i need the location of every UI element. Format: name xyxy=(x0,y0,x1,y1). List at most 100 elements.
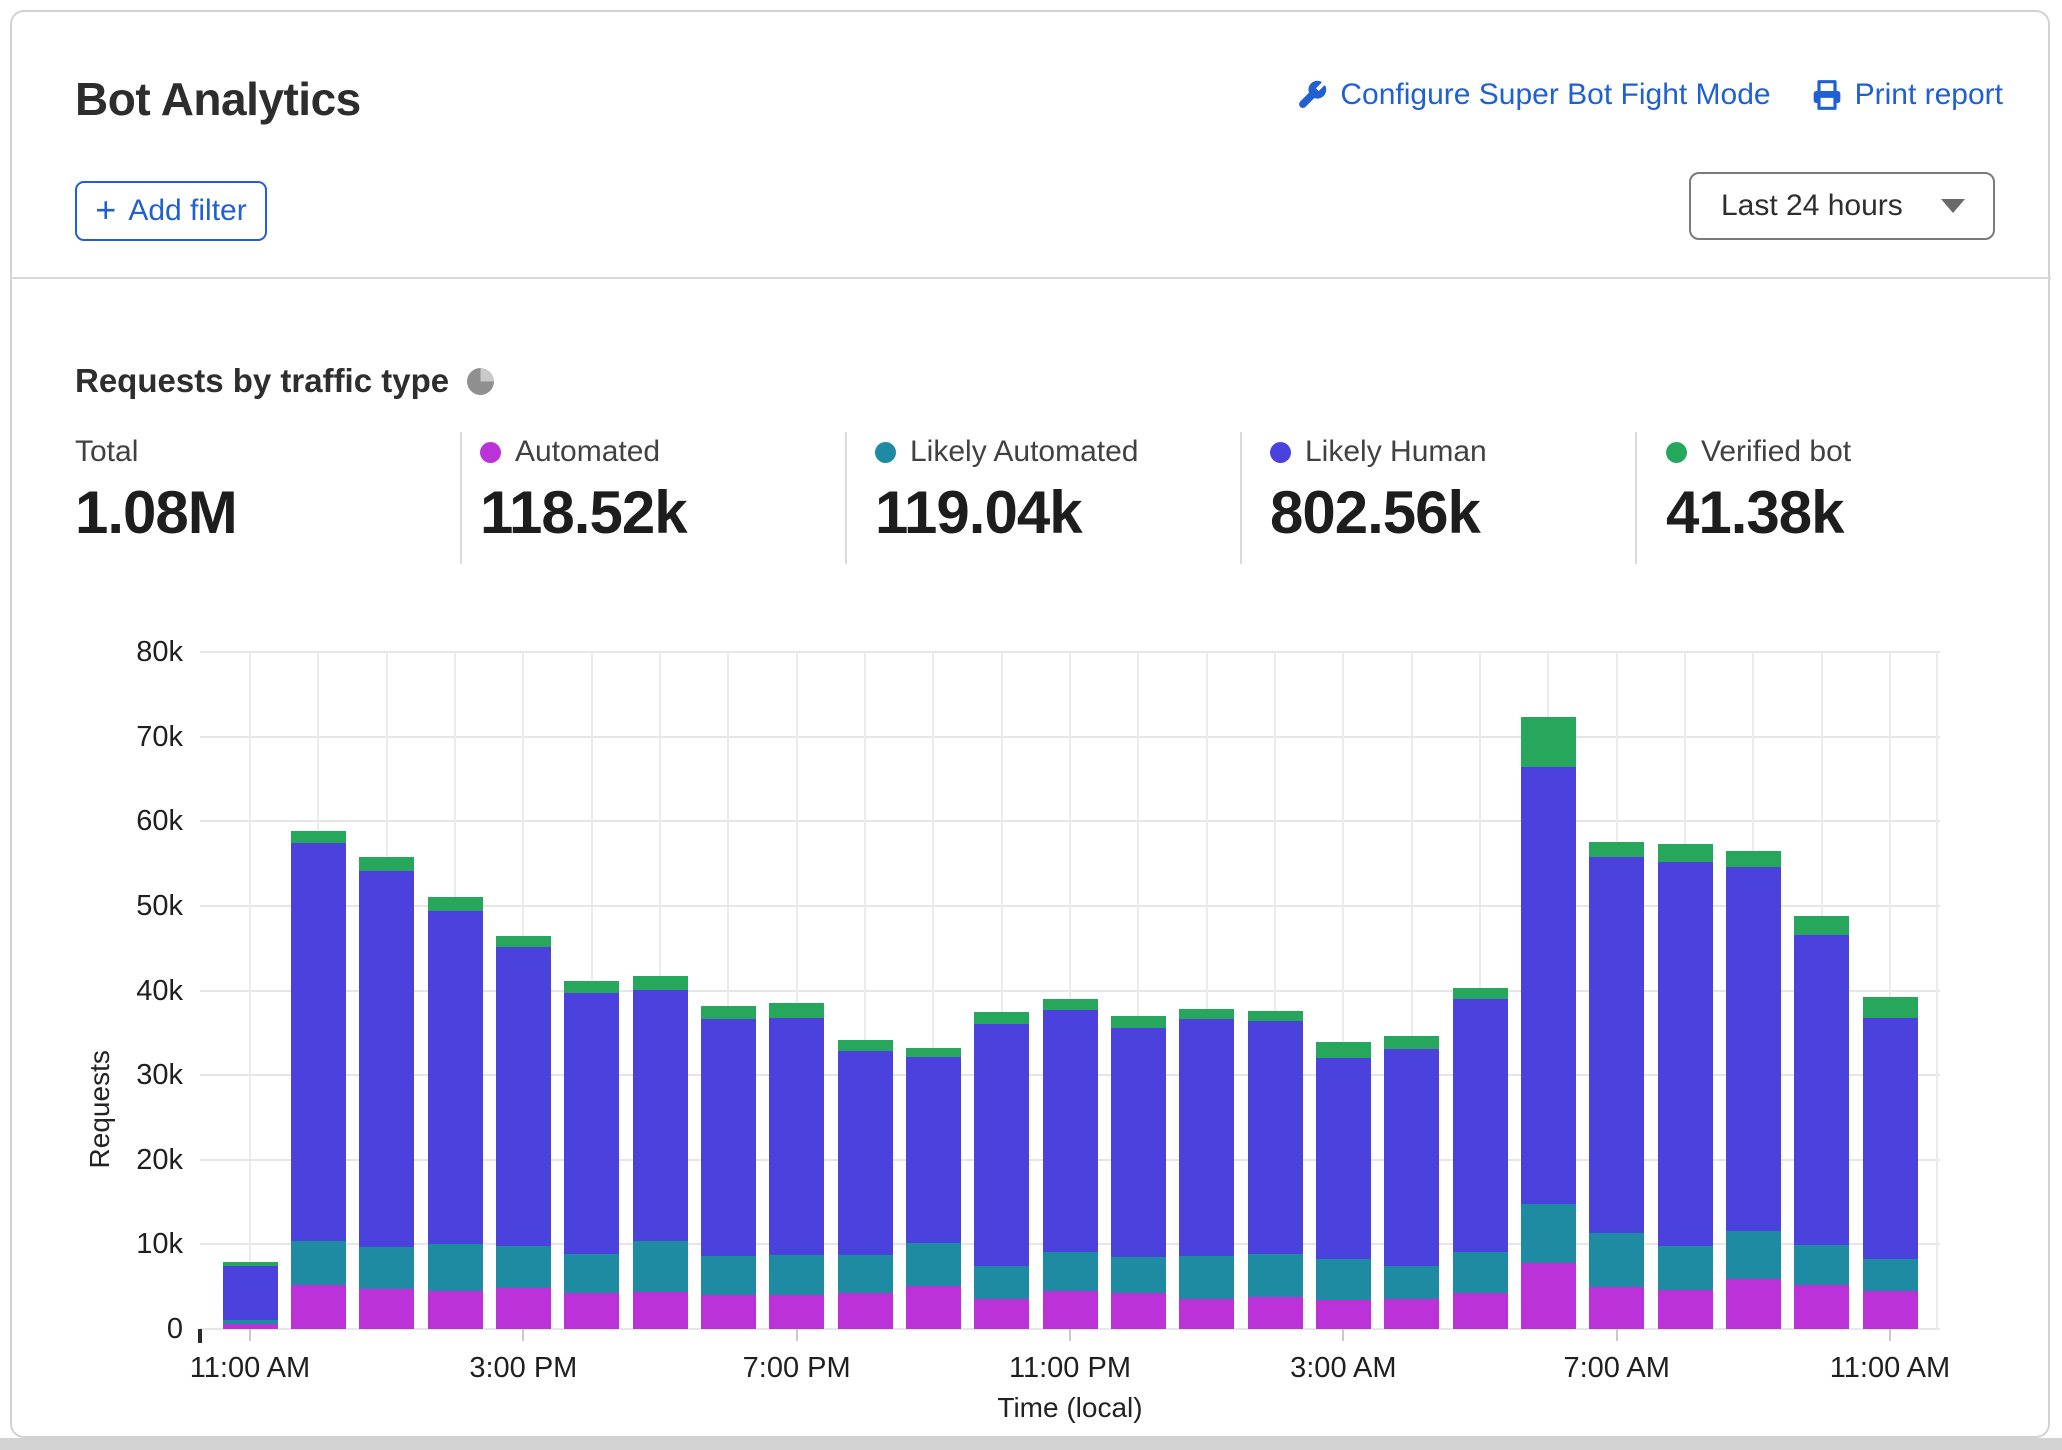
bar-segment-automated xyxy=(1521,1263,1576,1329)
bar-segment-automated xyxy=(838,1293,893,1329)
chart-bar-20-7-00-AM[interactable] xyxy=(1589,842,1644,1329)
chart-bar-6-5-00-PM[interactable] xyxy=(633,976,688,1329)
bar-segment-likely-automated xyxy=(359,1247,414,1289)
bar-segment-likely-human xyxy=(428,911,483,1244)
bar-segment-likely-automated xyxy=(1179,1256,1234,1298)
bar-segment-automated xyxy=(1316,1300,1371,1329)
chart-bar-0-11-00-AM[interactable] xyxy=(223,1262,278,1329)
gridline-x-right-edge xyxy=(1936,652,1938,1329)
chart-bar-19-6-00-AM[interactable] xyxy=(1521,717,1576,1329)
bar-segment-likely-automated xyxy=(1863,1259,1918,1291)
bar-segment-likely-automated xyxy=(1521,1204,1576,1263)
bar-segment-verified-bot xyxy=(496,936,551,947)
gridline-x-0 xyxy=(249,652,251,1329)
chart-bar-16-3-00-AM[interactable] xyxy=(1316,1042,1371,1329)
x-tick-label-0: 11:00 AM xyxy=(130,1352,370,1385)
bar-segment-automated xyxy=(633,1292,688,1329)
bar-segment-automated xyxy=(428,1291,483,1329)
chart-bar-3-2-00-PM[interactable] xyxy=(428,897,483,1329)
bar-segment-likely-automated xyxy=(1589,1233,1644,1286)
chart-bar-15-2-00-AM[interactable] xyxy=(1248,1011,1303,1329)
bar-segment-verified-bot xyxy=(1658,844,1713,862)
bar-segment-likely-human xyxy=(1248,1021,1303,1254)
bar-segment-likely-human xyxy=(496,947,551,1246)
x-axis-origin-tick xyxy=(198,1329,202,1343)
chart-bar-5-4-00-PM[interactable] xyxy=(564,981,619,1329)
bar-segment-likely-human xyxy=(701,1019,756,1256)
bar-segment-automated xyxy=(1726,1279,1781,1329)
bar-segment-verified-bot xyxy=(1384,1036,1439,1049)
chart-bar-1-12-00-PM[interactable] xyxy=(291,831,346,1329)
bar-segment-likely-automated xyxy=(1316,1259,1371,1300)
bar-segment-verified-bot xyxy=(1043,999,1098,1010)
chart-bar-8-7-00-PM[interactable] xyxy=(769,1003,824,1329)
bar-segment-automated xyxy=(1589,1287,1644,1329)
bar-segment-verified-bot xyxy=(633,976,688,990)
bar-segment-automated xyxy=(564,1293,619,1329)
bar-segment-verified-bot xyxy=(838,1040,893,1051)
bar-segment-automated xyxy=(1111,1293,1166,1329)
chart-bar-12-11-00-PM[interactable] xyxy=(1043,999,1098,1329)
y-tick-label-60k: 60k xyxy=(63,803,183,839)
bar-segment-automated xyxy=(769,1295,824,1329)
chart-bar-11-10-00-PM[interactable] xyxy=(974,1012,1029,1329)
bar-segment-automated xyxy=(906,1286,961,1329)
chart-bar-7-6-00-PM[interactable] xyxy=(701,1006,756,1329)
x-tick-11-00-AM xyxy=(1889,1329,1891,1341)
bar-segment-likely-human xyxy=(974,1024,1029,1266)
bar-segment-verified-bot xyxy=(1248,1011,1303,1021)
chart-bar-21-8-00-AM[interactable] xyxy=(1658,844,1713,1329)
bar-segment-verified-bot xyxy=(906,1048,961,1057)
bar-segment-likely-automated xyxy=(701,1256,756,1295)
bar-segment-verified-bot xyxy=(291,831,346,843)
chart-bar-24-11-00-AM[interactable] xyxy=(1863,997,1918,1329)
chart-bar-14-1-00-AM[interactable] xyxy=(1179,1009,1234,1329)
bar-segment-likely-human xyxy=(1589,857,1644,1234)
bar-segment-likely-automated xyxy=(291,1241,346,1285)
chart-bar-9-8-00-PM[interactable] xyxy=(838,1040,893,1329)
chart-bar-23-10-00-AM[interactable] xyxy=(1794,916,1849,1329)
chart-bar-17-4-00-AM[interactable] xyxy=(1384,1036,1439,1329)
chart-bar-4-3-00-PM[interactable] xyxy=(496,936,551,1329)
bar-segment-likely-automated xyxy=(1794,1245,1849,1285)
chart-bar-2-1-00-PM[interactable] xyxy=(359,857,414,1329)
y-axis-title: Requests xyxy=(84,1050,116,1168)
x-tick-11-00-PM xyxy=(1069,1329,1071,1341)
y-tick-label-10k: 10k xyxy=(63,1226,183,1262)
x-tick-3-00-PM xyxy=(522,1329,524,1341)
bar-segment-automated xyxy=(1179,1299,1234,1329)
bar-segment-automated xyxy=(1384,1299,1439,1329)
x-tick-11-00-AM xyxy=(249,1329,251,1341)
chart-bar-13-12-00-AM[interactable] xyxy=(1111,1016,1166,1329)
x-axis-title: Time (local) xyxy=(920,1392,1220,1424)
chart-bar-18-5-00-AM[interactable] xyxy=(1453,988,1508,1329)
requests-by-traffic-type-chart: 010k20k30k40k50k60k70k80k11:00 AM3:00 PM… xyxy=(0,0,2062,1450)
bar-segment-likely-automated xyxy=(633,1241,688,1292)
x-tick-label-3: 11:00 PM xyxy=(950,1352,1190,1385)
chart-bar-22-9-00-AM[interactable] xyxy=(1726,851,1781,1329)
y-tick-label-30k: 30k xyxy=(63,1057,183,1093)
bar-segment-likely-automated xyxy=(838,1255,893,1294)
bar-segment-likely-human xyxy=(1521,767,1576,1204)
y-tick-label-20k: 20k xyxy=(63,1142,183,1178)
bottom-scroll-strip xyxy=(0,1438,2062,1450)
bar-segment-likely-human xyxy=(1726,867,1781,1231)
bar-segment-likely-human xyxy=(564,993,619,1254)
chart-bar-10-9-00-PM[interactable] xyxy=(906,1048,961,1329)
bar-segment-automated xyxy=(701,1295,756,1329)
bar-segment-likely-human xyxy=(838,1051,893,1254)
bar-segment-likely-automated xyxy=(906,1243,961,1286)
bar-segment-verified-bot xyxy=(1726,851,1781,867)
bar-segment-automated xyxy=(223,1324,278,1329)
y-tick-label-70k: 70k xyxy=(63,719,183,755)
bar-segment-likely-human xyxy=(223,1266,278,1320)
bar-segment-likely-human xyxy=(633,990,688,1241)
bar-segment-automated xyxy=(359,1289,414,1329)
bar-segment-automated xyxy=(1248,1297,1303,1329)
bar-segment-verified-bot xyxy=(1111,1016,1166,1028)
x-tick-7-00-PM xyxy=(796,1329,798,1341)
bar-segment-likely-automated xyxy=(428,1244,483,1291)
x-tick-3-00-AM xyxy=(1342,1329,1344,1341)
bar-segment-likely-automated xyxy=(1726,1231,1781,1279)
bar-segment-automated xyxy=(1658,1290,1713,1329)
